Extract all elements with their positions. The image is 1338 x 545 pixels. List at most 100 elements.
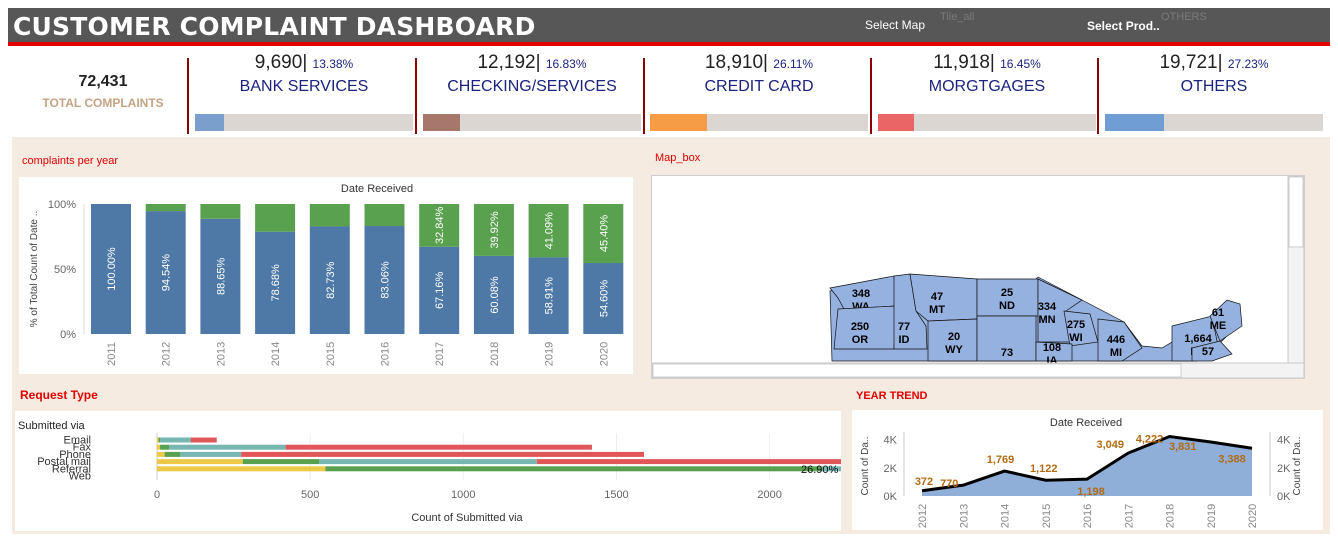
state-map[interactable]: 348WA250OR77ID47MT20WY25ND73334MN 275WI10… [651, 175, 1305, 379]
map-horizontal-scroll-thumb [652, 363, 1182, 378]
state-count-label: 73 [1001, 347, 1013, 359]
kpi-card-checking-services[interactable]: 12,192| 16.83% CHECKING/SERVICES [423, 52, 641, 132]
state-count-label: 47 [931, 291, 943, 303]
map-title: Map_box [655, 152, 701, 164]
chart-title: Date Received [1050, 417, 1122, 429]
page-title: CUSTOMER COMPLAINT DASHBOARD [13, 12, 536, 41]
select-map-value[interactable]: Tile_all [940, 11, 974, 23]
kpi-product-name: OTHERS [1180, 78, 1248, 95]
bar-annotation: 26.90% [801, 464, 839, 476]
kpi-share-fill [423, 114, 460, 131]
select-product-value[interactable]: OTHERS [1161, 11, 1207, 23]
x-tick-label: 2019 [1206, 504, 1218, 528]
bar-segment [536, 459, 1230, 465]
kpi-divider [187, 58, 189, 134]
total-complaints-label: TOTAL COMPLAINTS [42, 96, 164, 110]
map-card: 348 WA 250 OR 77 ID 47 MT 20 WY 25 ND 73 334 MN 275 WI 10… [651, 175, 1305, 379]
bar-segment [242, 459, 320, 465]
kpi-share-fill [1105, 114, 1165, 131]
bar-segment [169, 444, 286, 450]
kpi-divider [415, 58, 417, 134]
category-label: Web [69, 471, 91, 483]
bar-segment [319, 459, 537, 465]
kpi-card-mortgages[interactable]: 11,918| 16.45% MORGTGAGES [878, 52, 1096, 132]
chart-title: Date Received [341, 183, 413, 195]
x-tick-label: 2020 [598, 342, 610, 366]
point-value-label: 3,049 [1096, 439, 1124, 451]
point-value-label: 1,198 [1077, 486, 1105, 498]
point-value-label: 1,769 [987, 454, 1015, 466]
x-tick-label: 1000 [451, 489, 475, 501]
state-abbr-label: ME [1210, 320, 1227, 332]
per-year-title: complaints per year [22, 155, 118, 167]
bar-segment [157, 451, 165, 457]
state-abbr-label: WI [1069, 332, 1082, 344]
bar-segment [179, 451, 242, 457]
bar-value-label: 88.65% [215, 258, 227, 296]
x-tick-label: 2019 [544, 342, 556, 366]
bar-segment [157, 466, 326, 472]
kpi-card-others[interactable]: 19,721| 27.23% OTHERS [1105, 52, 1323, 132]
kpi-share-bar [878, 114, 1096, 131]
x-tick-label: 2018 [489, 342, 501, 366]
kpi-share-fill [878, 114, 914, 131]
state-count-label: 446 [1107, 334, 1125, 346]
kpi-count: 12,192 [477, 52, 536, 73]
bar-segment [325, 466, 822, 472]
kpi-product-name: MORGTGAGES [928, 78, 1046, 95]
bar-value-label: 45.40% [598, 215, 610, 253]
bar-segment [145, 204, 186, 212]
select-product-label[interactable]: Select Prod.. [1087, 19, 1160, 33]
row-header: Submitted via [18, 420, 86, 432]
x-tick-label: 2020 [1247, 504, 1259, 528]
bar-segment [190, 437, 217, 443]
bar-value-label: 100.00% [106, 247, 118, 291]
kpi-card-credit-card[interactable]: 18,910| 26.11% CREDIT CARD [650, 52, 868, 132]
point-value-label: 372 [915, 476, 933, 488]
bar-segment [309, 204, 350, 227]
point-value-label: 3,831 [1169, 441, 1197, 453]
bar-value-label: 83.06% [380, 261, 392, 299]
state-abbr-label: ID [899, 334, 910, 346]
state-abbr-label: MT [929, 304, 945, 316]
state-abbr-label: ND [999, 300, 1015, 312]
kpi-share-bar [1105, 114, 1323, 131]
point-value-label: 3,388 [1218, 453, 1246, 465]
kpi-divider [870, 58, 872, 134]
x-tick-label: 2011 [106, 342, 118, 366]
state-abbr-label: OR [852, 334, 869, 346]
state-abbr-label: MI [1110, 347, 1122, 359]
point-value-label: 770 [940, 478, 958, 490]
y-tick-label: 4K [884, 435, 898, 447]
bar-segment [160, 444, 170, 450]
bar-segment [164, 451, 180, 457]
kpi-share-bar [423, 114, 641, 131]
kpi-count: 9,690 [254, 52, 303, 73]
select-map-label[interactable]: Select Map [865, 18, 925, 32]
kpi-card-bank-services[interactable]: 9,690| 13.38% BANK SERVICES [195, 52, 413, 132]
point-value-label: 1,122 [1030, 463, 1058, 475]
map-vertical-scroll-thumb [1288, 176, 1304, 248]
x-tick-label: 2016 [380, 342, 392, 366]
x-tick-label: 2012 [917, 504, 929, 528]
y-tick-label: 50% [54, 264, 76, 276]
x-tick-label: 1500 [604, 489, 628, 501]
state-count-label: 348 [852, 288, 870, 300]
kpi-product-name: CHECKING/SERVICES [447, 78, 617, 95]
bar-value-label: 94.54% [161, 254, 173, 292]
x-tick-label: 2014 [1000, 504, 1012, 528]
request-type-chart: Submitted via050010001500200025003000350… [18, 420, 1338, 524]
y-tick-label-right: 2K [1277, 463, 1291, 475]
y-tick-label: 100% [48, 199, 76, 211]
x-tick-label: 2017 [434, 342, 446, 366]
y-tick-label: 2K [884, 463, 898, 475]
state-count-label: 61 [1212, 307, 1224, 319]
y-axis-label: % of Total Count of Date .. [29, 211, 40, 328]
bar-value-label: 58.91% [544, 277, 556, 315]
kpi-divider [643, 58, 645, 134]
state-count-label: 334 [1038, 301, 1057, 313]
x-tick-label: 2015 [325, 342, 337, 366]
y-axis-label-right: Count of Da.. [1292, 437, 1303, 496]
bar-segment [158, 437, 161, 443]
header-bar: CUSTOMER COMPLAINT DASHBOARD Select Map … [8, 8, 1330, 46]
